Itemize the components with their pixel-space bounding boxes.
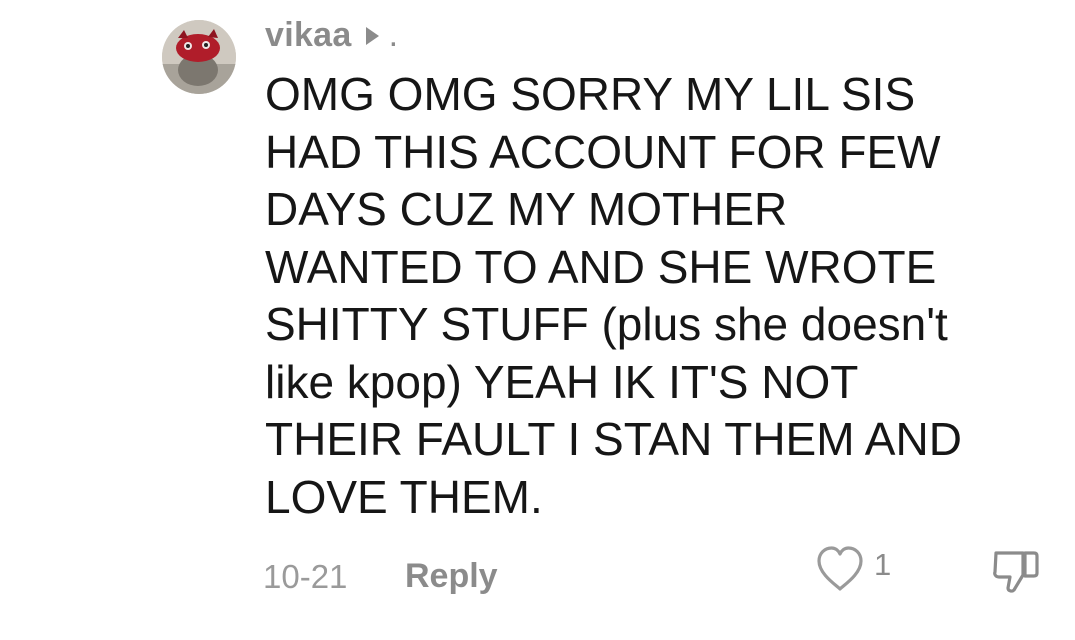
thumbs-down-icon — [993, 551, 1039, 593]
avatar[interactable] — [162, 20, 236, 94]
username[interactable]: vikaa — [265, 16, 352, 55]
like-count: 1 — [874, 547, 892, 582]
play-icon — [365, 27, 379, 45]
like-button[interactable]: 1 — [814, 545, 891, 593]
heart-icon — [817, 546, 863, 591]
comment-date: 10-21 — [263, 558, 348, 595]
dislike-button[interactable] — [990, 545, 1042, 602]
avatar-image — [162, 20, 236, 94]
comment-text: OMG OMG SORRY MY LIL SIS HAD THIS ACCOUN… — [265, 68, 962, 523]
reply-button[interactable]: Reply — [405, 557, 498, 596]
comment-header: vikaa . — [265, 12, 398, 58]
comment-item: vikaa . OMG OMG SORRY MY LIL SIS HAD THI… — [0, 0, 1075, 640]
username-suffix: . — [388, 15, 399, 54]
